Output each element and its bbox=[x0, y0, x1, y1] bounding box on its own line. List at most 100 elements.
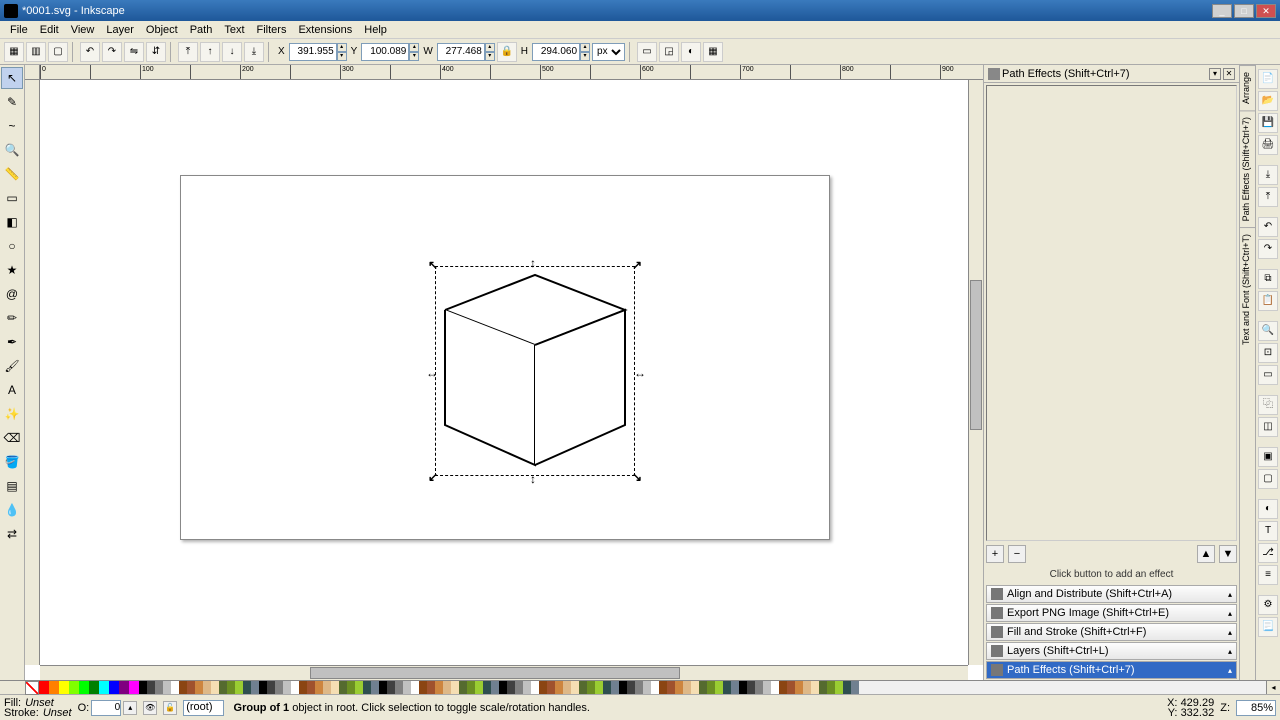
minimize-button[interactable]: _ bbox=[1212, 4, 1232, 18]
canvas[interactable]: ↖ ↕ ↗ ↔ ↔ ↙ ↕ ↘ bbox=[40, 80, 968, 665]
color-swatch[interactable] bbox=[419, 681, 427, 694]
affect-gradient-button[interactable]: ◐ bbox=[681, 42, 701, 62]
color-swatch[interactable] bbox=[219, 681, 227, 694]
align-icon[interactable]: ≡ bbox=[1258, 565, 1278, 585]
color-swatch[interactable] bbox=[611, 681, 619, 694]
color-swatch[interactable] bbox=[851, 681, 859, 694]
new-document-icon[interactable]: 📄 bbox=[1258, 69, 1278, 89]
color-swatch[interactable] bbox=[491, 681, 499, 694]
color-swatch[interactable] bbox=[827, 681, 835, 694]
w-spin-up[interactable]: ▴ bbox=[485, 43, 495, 52]
color-swatch[interactable] bbox=[109, 681, 119, 694]
zoom-input[interactable] bbox=[1236, 700, 1276, 716]
color-swatch[interactable] bbox=[331, 681, 339, 694]
save-icon[interactable]: 💾 bbox=[1258, 113, 1278, 133]
color-swatch[interactable] bbox=[483, 681, 491, 694]
color-swatch[interactable] bbox=[675, 681, 683, 694]
color-swatch[interactable] bbox=[707, 681, 715, 694]
open-icon[interactable]: 📂 bbox=[1258, 91, 1278, 111]
copy-icon[interactable]: ⧉ bbox=[1258, 269, 1278, 289]
y-spin-up[interactable]: ▴ bbox=[409, 43, 419, 52]
lock-wh-button[interactable]: 🔒 bbox=[497, 42, 517, 62]
color-swatch[interactable] bbox=[163, 681, 171, 694]
import-icon[interactable]: ⤓ bbox=[1258, 165, 1278, 185]
ungroup-icon[interactable]: ▢ bbox=[1258, 469, 1278, 489]
h-spin-down[interactable]: ▾ bbox=[580, 52, 590, 61]
dock-item[interactable]: Align and Distribute (Shift+Ctrl+A)▴ bbox=[986, 585, 1237, 603]
color-swatch[interactable] bbox=[403, 681, 411, 694]
menu-extensions[interactable]: Extensions bbox=[292, 23, 358, 37]
fill-stroke-indicator[interactable]: Fill:Unset Stroke:Unset bbox=[4, 698, 72, 718]
color-swatch[interactable] bbox=[507, 681, 515, 694]
no-color-swatch[interactable] bbox=[25, 681, 39, 695]
zoom-drawing-icon[interactable]: ⊡ bbox=[1258, 343, 1278, 363]
color-swatch[interactable] bbox=[243, 681, 251, 694]
layer-select[interactable]: (root) bbox=[183, 700, 223, 716]
color-swatch[interactable] bbox=[235, 681, 243, 694]
color-swatch[interactable] bbox=[307, 681, 315, 694]
dock-item[interactable]: Layers (Shift+Ctrl+L)▴ bbox=[986, 642, 1237, 660]
color-swatch[interactable] bbox=[603, 681, 611, 694]
w-spin-down[interactable]: ▾ bbox=[485, 52, 495, 61]
color-swatch[interactable] bbox=[763, 681, 771, 694]
color-swatch[interactable] bbox=[731, 681, 739, 694]
color-swatch[interactable] bbox=[427, 681, 435, 694]
color-swatch[interactable] bbox=[843, 681, 851, 694]
affect-stroke-button[interactable]: ▭ bbox=[637, 42, 657, 62]
color-swatch[interactable] bbox=[795, 681, 803, 694]
x-input[interactable] bbox=[289, 43, 337, 61]
layer-lock-icon[interactable]: 🔓 bbox=[163, 701, 177, 715]
color-swatch[interactable] bbox=[363, 681, 371, 694]
color-swatch[interactable] bbox=[739, 681, 747, 694]
duplicate-icon[interactable]: ⿻ bbox=[1258, 395, 1278, 415]
connector-tool[interactable]: ⇄ bbox=[1, 523, 23, 545]
spray-tool[interactable]: ✨ bbox=[1, 403, 23, 425]
color-swatch[interactable] bbox=[195, 681, 203, 694]
lower-button[interactable]: ↓ bbox=[222, 42, 242, 62]
menu-text[interactable]: Text bbox=[218, 23, 250, 37]
deselect-button[interactable]: ▢ bbox=[48, 42, 68, 62]
color-swatch[interactable] bbox=[171, 681, 179, 694]
measure-tool[interactable]: 📏 bbox=[1, 163, 23, 185]
select-all-button[interactable]: ▦ bbox=[4, 42, 24, 62]
scrollbar-vertical[interactable] bbox=[968, 80, 983, 665]
color-swatch[interactable] bbox=[443, 681, 451, 694]
dock-close-button[interactable]: ✕ bbox=[1223, 68, 1235, 80]
export-icon[interactable]: ⤒ bbox=[1258, 187, 1278, 207]
color-swatch[interactable] bbox=[531, 681, 539, 694]
zoom-page-icon[interactable]: ▭ bbox=[1258, 365, 1278, 385]
color-swatch[interactable] bbox=[251, 681, 259, 694]
flip-h-button[interactable]: ⇋ bbox=[124, 42, 144, 62]
scrollbar-horizontal[interactable] bbox=[40, 665, 968, 680]
color-swatch[interactable] bbox=[355, 681, 363, 694]
color-swatch[interactable] bbox=[699, 681, 707, 694]
dock-iconify-button[interactable]: ▾ bbox=[1209, 68, 1221, 80]
print-icon[interactable]: 🖨 bbox=[1258, 135, 1278, 155]
color-swatch[interactable] bbox=[539, 681, 547, 694]
text-tool[interactable]: A bbox=[1, 379, 23, 401]
rect-tool[interactable]: ▭ bbox=[1, 187, 23, 209]
paste-icon[interactable]: 📋 bbox=[1258, 291, 1278, 311]
color-swatch[interactable] bbox=[779, 681, 787, 694]
color-swatch[interactable] bbox=[755, 681, 763, 694]
color-swatch[interactable] bbox=[339, 681, 347, 694]
color-swatch[interactable] bbox=[771, 681, 779, 694]
color-swatch[interactable] bbox=[555, 681, 563, 694]
pencil-tool[interactable]: ✏ bbox=[1, 307, 23, 329]
units-select[interactable]: px bbox=[592, 43, 625, 61]
vtab[interactable]: Path Effects (Shift+Ctrl+7) bbox=[1240, 110, 1255, 227]
color-swatch[interactable] bbox=[587, 681, 595, 694]
color-swatch[interactable] bbox=[643, 681, 651, 694]
w-input[interactable] bbox=[437, 43, 485, 61]
color-swatch[interactable] bbox=[299, 681, 307, 694]
add-effect-button[interactable]: + bbox=[986, 545, 1004, 563]
color-swatch[interactable] bbox=[435, 681, 443, 694]
color-swatch[interactable] bbox=[395, 681, 403, 694]
rotate-ccw-button[interactable]: ↶ bbox=[80, 42, 100, 62]
selector-tool[interactable]: ↖ bbox=[1, 67, 23, 89]
color-swatch[interactable] bbox=[275, 681, 283, 694]
opacity-input[interactable] bbox=[91, 700, 121, 716]
menu-edit[interactable]: Edit bbox=[34, 23, 65, 37]
menu-view[interactable]: View bbox=[65, 23, 101, 37]
color-swatch[interactable] bbox=[803, 681, 811, 694]
